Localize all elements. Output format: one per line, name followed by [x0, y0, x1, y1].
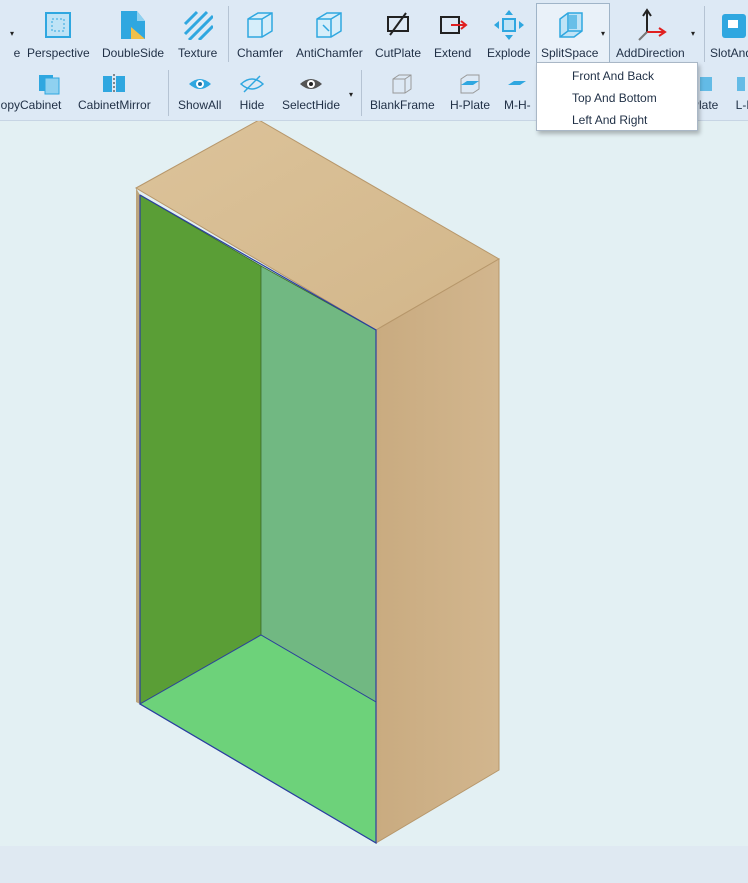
3d-viewport[interactable] — [0, 121, 748, 846]
eye-icon — [187, 73, 213, 95]
toolbar-label: ShowAll — [178, 98, 222, 112]
cabinetmirror-button[interactable]: CabinetMirror — [78, 73, 151, 117]
explode-button[interactable]: Explode — [487, 8, 530, 64]
toolbar-label: SlotAnd — [710, 46, 748, 60]
toolbar-separator — [168, 70, 169, 116]
l-plate-icon — [732, 73, 748, 95]
blankframe-button[interactable]: BlankFrame — [370, 73, 435, 117]
menu-item-top-and-bottom[interactable]: Top And Bottom — [572, 91, 657, 105]
m-h-plate-icon — [504, 73, 530, 95]
extend-button[interactable]: Extend — [434, 8, 471, 64]
splitspace-icon — [553, 8, 587, 42]
toolbar-label: AntiChamfer — [296, 46, 363, 60]
perspective-button[interactable]: Perspective — [27, 8, 90, 64]
toolbar-separator — [228, 6, 229, 62]
toolbar-separator — [361, 70, 362, 116]
toolbar-label: Hide — [239, 98, 265, 112]
menu-item-front-and-back[interactable]: Front And Back — [572, 69, 654, 83]
toolbar-separator — [704, 6, 705, 62]
showall-button[interactable]: ShowAll — [178, 73, 221, 117]
cutplate-icon — [381, 8, 415, 42]
selecthide-button[interactable]: SelectHide — [282, 73, 340, 117]
blankframe-icon — [389, 73, 415, 95]
hide-button[interactable]: Hide — [239, 73, 265, 117]
eye-select-icon — [298, 73, 324, 95]
copycabinet-button[interactable]: opyCabinet — [0, 73, 62, 117]
eye-slash-icon — [239, 73, 265, 95]
chamfer-button[interactable]: Chamfer — [237, 8, 283, 64]
extend-icon — [436, 8, 470, 42]
toolbar-label: SplitSpace — [541, 46, 599, 60]
slotand-button[interactable]: SlotAnd — [710, 8, 748, 64]
adddirection-button[interactable]: AddDirection — [616, 8, 685, 64]
toolbar-label: BlankFrame — [370, 98, 435, 112]
toolbar-label: DoubleSide — [102, 46, 165, 60]
toolbar-label: Texture — [178, 46, 218, 60]
perspective-icon — [41, 8, 75, 42]
antichamfer-button[interactable]: AntiChamfer — [296, 8, 363, 64]
cutplate-button[interactable]: CutPlate — [375, 8, 421, 64]
doubleside-button[interactable]: DoubleSide — [102, 8, 164, 64]
back-panel[interactable] — [139, 194, 262, 705]
toolbar-label: CabinetMirror — [78, 98, 151, 112]
toolbar-label: L-P — [735, 98, 748, 112]
chamfer-icon — [243, 8, 277, 42]
toolbar-label: opyCabinet — [0, 98, 62, 112]
slot-icon — [714, 8, 748, 42]
toolbar-label: Chamfer — [237, 46, 284, 60]
toolbar-label: H-Plate — [450, 98, 491, 112]
h-plate-button[interactable]: H-Plate — [450, 73, 490, 117]
status-bar — [0, 846, 748, 883]
toolbar-label: AddDirection — [616, 46, 685, 60]
selecthide-dropdown-icon[interactable]: ▾ — [349, 90, 353, 99]
cabinet-right-panel[interactable] — [375, 258, 500, 844]
toolbar-label: Explode — [487, 46, 531, 60]
h-plate-icon — [457, 73, 483, 95]
antichamfer-icon — [312, 8, 346, 42]
adddirection-dropdown-icon[interactable]: ▾ — [691, 29, 695, 38]
adddirection-icon — [633, 8, 668, 42]
cabinetmirror-icon — [101, 73, 127, 95]
explode-icon — [492, 8, 526, 42]
toolbar-label: Extend — [434, 46, 472, 60]
m-h-plate-button[interactable]: M-H- — [504, 73, 531, 117]
copycabinet-icon — [36, 73, 62, 95]
texture-icon — [181, 8, 215, 42]
cabinet-model[interactable] — [134, 121, 500, 845]
toolbar-label: SelectHide — [282, 98, 341, 112]
toolbar-label: e — [13, 46, 21, 60]
splitspace-dropdown-icon[interactable]: ▾ — [601, 29, 605, 38]
toolbar-label: Perspective — [27, 46, 90, 60]
splitspace-button[interactable]: SplitSpace — [541, 8, 598, 64]
splitspace-dropdown-menu: Front And Back Top And Bottom Left And R… — [536, 62, 698, 131]
menu-item-left-and-right[interactable]: Left And Right — [572, 113, 647, 127]
toolbar-label: CutPlate — [375, 46, 422, 60]
texture-button[interactable]: Texture — [178, 8, 217, 64]
dropdown-arrow-icon[interactable]: ▾ — [10, 29, 14, 38]
toolbar-label: M-H- — [504, 98, 531, 112]
doubleside-icon — [116, 8, 150, 42]
l-plate-button[interactable]: L-P — [732, 73, 748, 117]
side-panel[interactable] — [260, 265, 377, 703]
